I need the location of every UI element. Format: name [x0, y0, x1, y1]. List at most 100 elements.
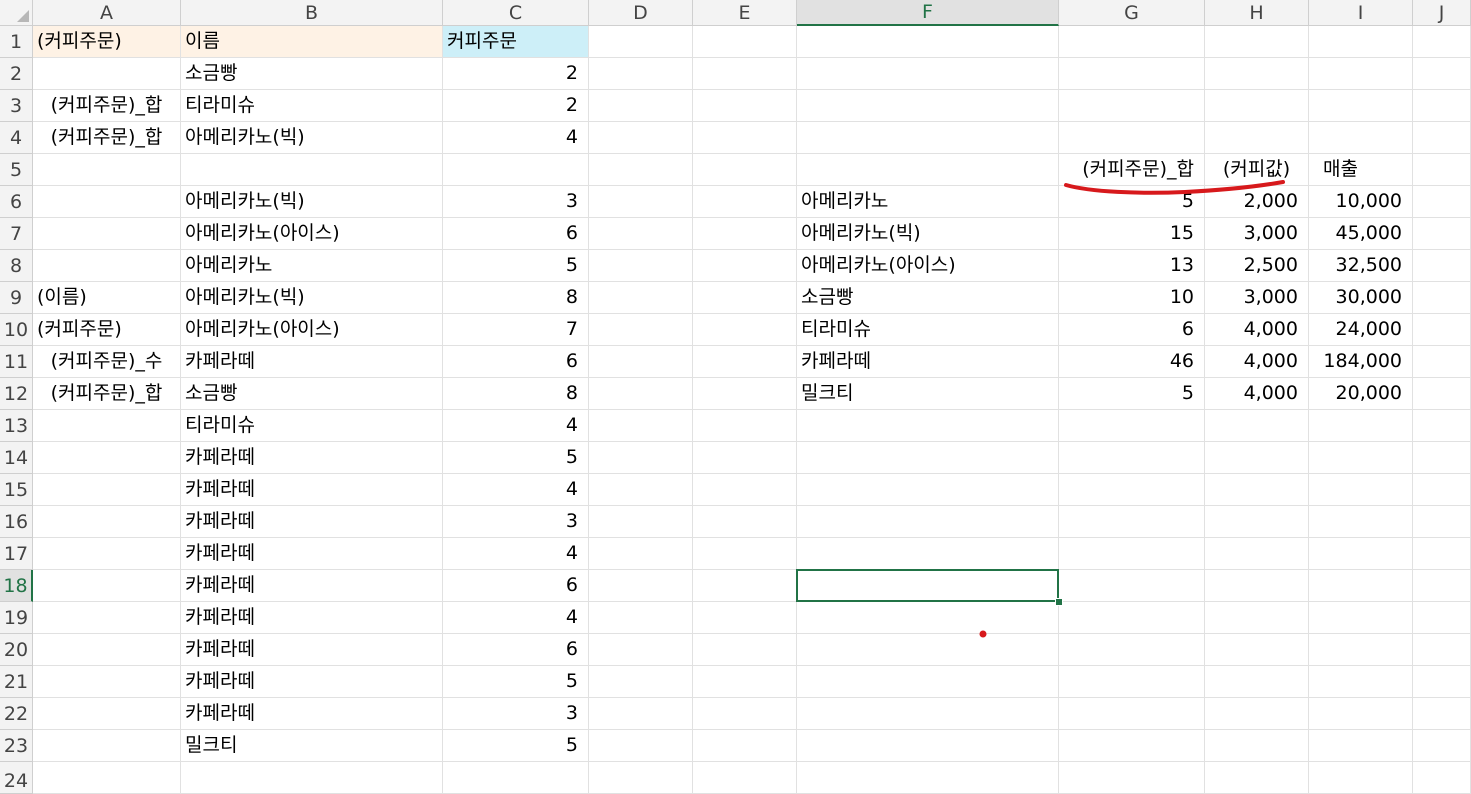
row-header-16[interactable]: 16: [0, 506, 33, 538]
row-header-19[interactable]: 19: [0, 602, 33, 634]
cell-i12[interactable]: 20,000: [1309, 378, 1413, 410]
cell-c12[interactable]: 8: [443, 378, 589, 410]
cell-h10[interactable]: 4,000: [1205, 314, 1309, 346]
cell-g8[interactable]: 13: [1059, 250, 1205, 282]
grid-cell[interactable]: [693, 122, 797, 154]
grid-cell[interactable]: [1413, 506, 1471, 538]
cell-b16[interactable]: 카페라떼: [181, 506, 443, 538]
grid-cell[interactable]: [1205, 58, 1309, 90]
grid-cell[interactable]: [797, 90, 1059, 122]
grid-cell[interactable]: [33, 506, 181, 538]
grid-cell[interactable]: [1205, 730, 1309, 762]
grid-cell[interactable]: [1413, 410, 1471, 442]
column-header-c[interactable]: C: [443, 0, 589, 26]
cell-a10[interactable]: (커피주문): [33, 314, 181, 346]
cell-b8[interactable]: 아메리카노: [181, 250, 443, 282]
grid-cell[interactable]: [33, 186, 181, 218]
grid-cell[interactable]: [1309, 634, 1413, 666]
grid-cell[interactable]: [797, 666, 1059, 698]
grid-cell[interactable]: [1205, 474, 1309, 506]
grid-cell[interactable]: [589, 58, 693, 90]
grid-cell[interactable]: [797, 58, 1059, 90]
grid-cell[interactable]: [1309, 58, 1413, 90]
row-header-15[interactable]: 15: [0, 474, 33, 506]
grid-cell[interactable]: [33, 666, 181, 698]
grid-cell[interactable]: [1059, 666, 1205, 698]
cell-c17[interactable]: 4: [443, 538, 589, 570]
grid-cell[interactable]: [1413, 186, 1471, 218]
grid-cell[interactable]: [1205, 90, 1309, 122]
grid-cell[interactable]: [693, 538, 797, 570]
grid-cell[interactable]: [1205, 506, 1309, 538]
column-header-f[interactable]: F: [797, 0, 1059, 26]
grid-cell[interactable]: [33, 762, 181, 794]
grid-cell[interactable]: [33, 218, 181, 250]
grid-cell[interactable]: [1059, 538, 1205, 570]
cell-f8[interactable]: 아메리카노(아이스): [797, 250, 1059, 282]
grid-cell[interactable]: [1059, 410, 1205, 442]
cell-b2[interactable]: 소금빵: [181, 58, 443, 90]
row-header-2[interactable]: 2: [0, 58, 33, 90]
grid-cell[interactable]: [1059, 762, 1205, 794]
row-header-10[interactable]: 10: [0, 314, 33, 346]
grid-cell[interactable]: [693, 218, 797, 250]
grid-cell[interactable]: [693, 666, 797, 698]
grid-cell[interactable]: [797, 762, 1059, 794]
cell-i11[interactable]: 184,000: [1309, 346, 1413, 378]
grid-cell[interactable]: [1309, 538, 1413, 570]
fill-handle[interactable]: [1055, 598, 1063, 606]
cell-g10[interactable]: 6: [1059, 314, 1205, 346]
grid-cell[interactable]: [1413, 154, 1471, 186]
grid-cell[interactable]: [181, 762, 443, 794]
cell-c4[interactable]: 4: [443, 122, 589, 154]
row-header-12[interactable]: 12: [0, 378, 33, 410]
cell-c20[interactable]: 6: [443, 634, 589, 666]
grid-cell[interactable]: [1309, 730, 1413, 762]
grid-cell[interactable]: [1413, 666, 1471, 698]
grid-cell[interactable]: [1309, 506, 1413, 538]
cell-b20[interactable]: 카페라떼: [181, 634, 443, 666]
column-header-d[interactable]: D: [589, 0, 693, 26]
cell-i9[interactable]: 30,000: [1309, 282, 1413, 314]
row-header-13[interactable]: 13: [0, 410, 33, 442]
grid-cell[interactable]: [1413, 282, 1471, 314]
grid-cell[interactable]: [797, 26, 1059, 58]
cell-g5[interactable]: (커피주문)_합: [1059, 154, 1205, 186]
grid-cell[interactable]: [1059, 122, 1205, 154]
grid-cell[interactable]: [1059, 698, 1205, 730]
grid-cell[interactable]: [589, 90, 693, 122]
row-header-21[interactable]: 21: [0, 666, 33, 698]
cell-c6[interactable]: 3: [443, 186, 589, 218]
grid-cell[interactable]: [797, 602, 1059, 634]
grid-cell[interactable]: [589, 474, 693, 506]
grid-cell[interactable]: [33, 474, 181, 506]
grid-cell[interactable]: [1309, 474, 1413, 506]
cell-b14[interactable]: 카페라떼: [181, 442, 443, 474]
grid-cell[interactable]: [1309, 762, 1413, 794]
grid-cell[interactable]: [589, 250, 693, 282]
grid-cell[interactable]: [1059, 730, 1205, 762]
grid-cell[interactable]: [1413, 218, 1471, 250]
grid-cell[interactable]: [1205, 698, 1309, 730]
grid-cell[interactable]: [693, 282, 797, 314]
row-header-1[interactable]: 1: [0, 26, 33, 58]
grid-cell[interactable]: [1309, 410, 1413, 442]
cell-c16[interactable]: 3: [443, 506, 589, 538]
grid-cell[interactable]: [1413, 570, 1471, 602]
grid-cell[interactable]: [797, 570, 1059, 602]
cell-b15[interactable]: 카페라떼: [181, 474, 443, 506]
grid-cell[interactable]: [693, 186, 797, 218]
column-header-e[interactable]: E: [693, 0, 797, 26]
grid-cell[interactable]: [443, 154, 589, 186]
grid-cell[interactable]: [33, 698, 181, 730]
grid-cell[interactable]: [693, 442, 797, 474]
grid-cell[interactable]: [797, 474, 1059, 506]
column-header-b[interactable]: B: [181, 0, 443, 26]
grid-cell[interactable]: [693, 250, 797, 282]
cell-g12[interactable]: 5: [1059, 378, 1205, 410]
grid-cell[interactable]: [1059, 570, 1205, 602]
grid-cell[interactable]: [181, 154, 443, 186]
grid-cell[interactable]: [693, 474, 797, 506]
grid-cell[interactable]: [1059, 474, 1205, 506]
cell-a9[interactable]: (이름): [33, 282, 181, 314]
